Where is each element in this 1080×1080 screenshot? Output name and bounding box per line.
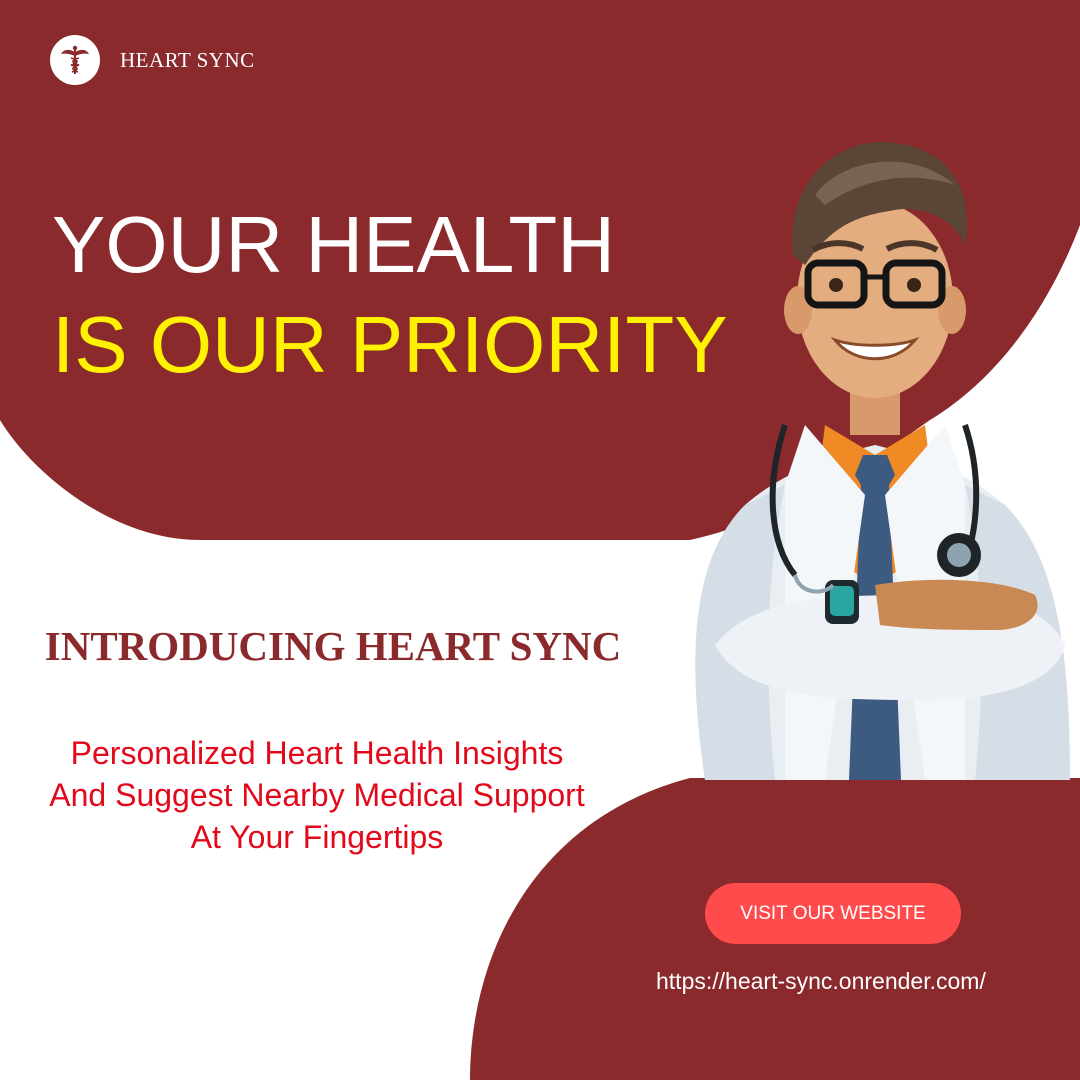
description-line-1: Personalized Heart Health Insights bbox=[70, 735, 564, 771]
description: Personalized Heart Health Insights And S… bbox=[0, 732, 634, 858]
headline-line-1: YOUR HEALTH bbox=[52, 200, 616, 289]
poster: HEART SYNC YOUR HEALTH IS OUR PRIORITY I… bbox=[0, 0, 1080, 1080]
intro-heading: INTRODUCING HEART SYNC bbox=[44, 623, 622, 669]
headline: YOUR HEALTH IS OUR PRIORITY bbox=[52, 195, 728, 395]
doctor-illustration bbox=[695, 142, 1070, 780]
caduceus-icon bbox=[50, 35, 100, 85]
description-line-3: At Your Fingertips bbox=[190, 819, 444, 855]
brand-name: HEART SYNC bbox=[120, 47, 255, 72]
visit-website-button[interactable]: VISIT OUR WEBSITE bbox=[705, 883, 961, 944]
headline-line-2: IS OUR PRIORITY bbox=[52, 300, 728, 389]
description-line-2: And Suggest Nearby Medical Support bbox=[49, 777, 585, 813]
brand-header: HEART SYNC bbox=[50, 35, 255, 85]
website-url-link[interactable]: https://heart-sync.onrender.com/ bbox=[656, 968, 986, 995]
